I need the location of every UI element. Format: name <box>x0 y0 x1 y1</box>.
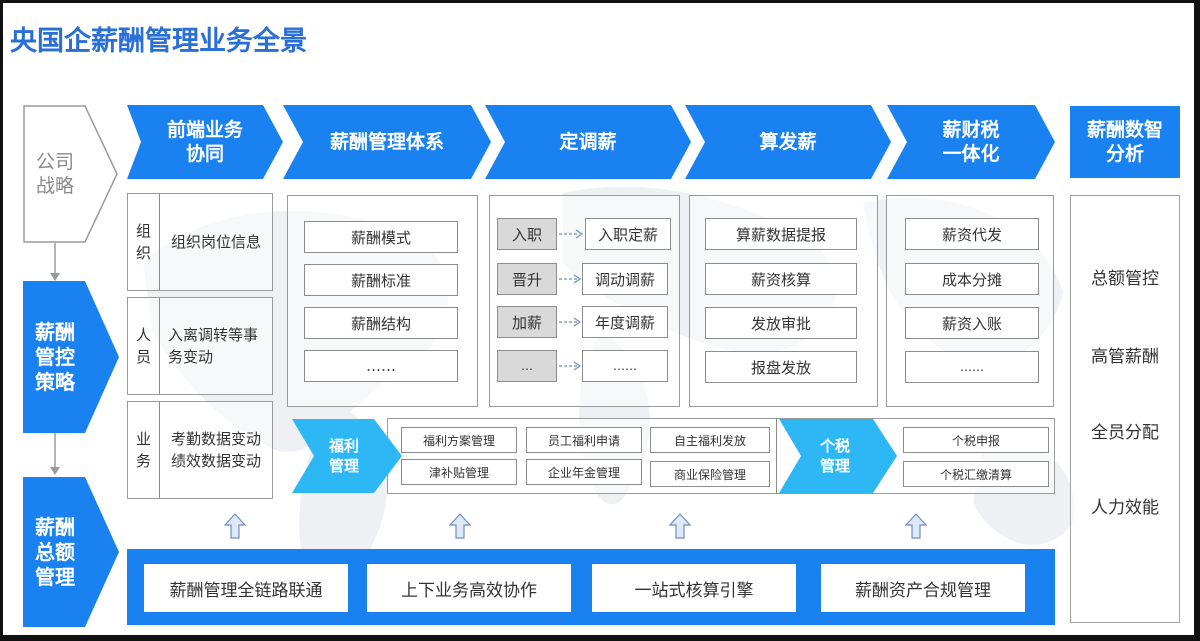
frontend-row-business: 业 务 考勤数据变动 绩效数据变动 <box>127 401 273 499</box>
adjust-result: 入职定薪 <box>585 218 671 250</box>
up-arrow-icon <box>449 513 471 539</box>
tax-management-label: 个税 管理 <box>819 437 850 475</box>
foundation-item: 上下业务高效协作 <box>367 564 571 612</box>
analysis-item: 高管薪酬 <box>1091 347 1159 367</box>
stage-salary-adjustment: 定调薪 <box>485 105 691 179</box>
finance-item: 薪资入账 <box>905 307 1039 339</box>
stage-label: 薪酬管理体系 <box>329 131 444 153</box>
finance-item: …… <box>905 351 1039 383</box>
adjust-result: 年度调薪 <box>582 306 668 338</box>
dashed-arrow-icon <box>559 229 584 239</box>
system-item: …… <box>304 350 458 382</box>
down-arrow-icon <box>50 243 60 281</box>
system-item: 薪酬标准 <box>304 264 458 296</box>
analysis-item: 全员分配 <box>1091 423 1159 443</box>
frontend-category: 业 务 <box>135 430 151 470</box>
compensation-control-strategy-block: 薪酬 管控 策略 <box>23 281 119 433</box>
system-item: 薪酬结构 <box>304 307 458 339</box>
stage-label: 前端业务 协同 <box>166 119 243 165</box>
analysis-panel: 总额管控 高管薪酬 全员分配 人力效能 <box>1070 195 1180 623</box>
welfare-item: 自主福利发放 <box>650 427 770 453</box>
adjust-trigger: 加薪 <box>497 306 557 338</box>
payroll-item: 报盘发放 <box>705 351 857 383</box>
page-title: 央国企薪酬管理业务全景 <box>10 26 307 57</box>
stage-payroll: 算发薪 <box>685 105 891 179</box>
frontend-content: 组织岗位信息 <box>170 233 261 251</box>
stage-label: 定调薪 <box>559 131 617 153</box>
down-arrow-icon <box>50 433 60 475</box>
analysis-item: 人力效能 <box>1091 498 1159 518</box>
welfare-item: 企业年金管理 <box>526 459 642 485</box>
stage-frontend-collaboration: 前端业务 协同 <box>127 105 283 179</box>
analysis-header: 薪酬数智 分析 <box>1070 106 1180 178</box>
welfare-item: 福利方案管理 <box>401 427 517 453</box>
frontend-content: 考勤数据变动 绩效数据变动 <box>170 430 261 470</box>
company-strategy-label: 公司 战略 <box>35 151 74 197</box>
adjust-trigger: … <box>497 350 557 382</box>
welfare-management-chevron: 福利 管理 <box>292 419 402 493</box>
frontend-category: 组 织 <box>135 222 151 262</box>
stage-compensation-system: 薪酬管理体系 <box>283 105 491 179</box>
finance-item: 薪资代发 <box>905 218 1039 250</box>
frontend-category: 人 员 <box>135 326 151 366</box>
welfare-item: 员工福利申请 <box>526 427 642 453</box>
compensation-total-management-block: 薪酬 总额 管理 <box>23 477 119 627</box>
payroll-item: 薪资核算 <box>705 263 857 295</box>
foundation-item: 薪酬资产合规管理 <box>821 564 1025 612</box>
dashed-arrow-icon <box>559 361 582 371</box>
stage-label: 算发薪 <box>759 131 817 153</box>
compensation-control-strategy-label: 薪酬 管控 策略 <box>35 319 75 394</box>
adjust-trigger: 入职 <box>497 218 557 250</box>
welfare-item: 津补贴管理 <box>401 459 517 485</box>
welfare-item: 商业保险管理 <box>650 461 770 487</box>
compensation-total-management-label: 薪酬 总额 管理 <box>35 514 75 589</box>
welfare-management-label: 福利 管理 <box>328 437 359 475</box>
tax-item: 个税申报 <box>903 427 1049 453</box>
tax-item: 个税汇缴清算 <box>903 461 1049 487</box>
payroll-item: 发放审批 <box>705 307 857 339</box>
finance-item: 成本分摊 <box>905 263 1039 295</box>
system-item: 薪酬模式 <box>304 221 458 253</box>
stage-label: 薪财税 一体化 <box>942 119 1000 165</box>
dashed-arrow-icon <box>559 317 582 327</box>
company-strategy-block: 公司 战略 <box>23 105 119 243</box>
up-arrow-icon <box>905 513 927 539</box>
foundation-item: 薪酬管理全链路联通 <box>144 564 348 612</box>
up-arrow-icon <box>669 513 691 539</box>
frontend-row-personnel: 人 员 入离调转等事 务变动 <box>127 297 273 395</box>
foundation-item: 一站式核算引擎 <box>592 564 796 612</box>
analysis-item: 总额管控 <box>1091 269 1159 289</box>
adjust-result: …… <box>582 350 668 382</box>
diagram-canvas: 央国企薪酬管理业务全景 公司 战略 薪酬 管控 策略 薪酬 总额 管理 前端业务… <box>3 3 1194 635</box>
frontend-content: 入离调转等事 务变动 <box>168 326 259 366</box>
tax-management-chevron: 个税 管理 <box>779 419 897 493</box>
frontend-row-organization: 组 织 组织岗位信息 <box>127 193 273 291</box>
dashed-arrow-icon <box>559 274 582 284</box>
stage-finance-tax-integration: 薪财税 一体化 <box>887 105 1055 179</box>
payroll-item: 算薪数据提报 <box>705 218 857 250</box>
adjust-trigger: 晋升 <box>497 263 557 295</box>
divider <box>776 418 777 494</box>
up-arrow-icon <box>224 513 246 539</box>
adjust-result: 调动调薪 <box>582 263 668 295</box>
